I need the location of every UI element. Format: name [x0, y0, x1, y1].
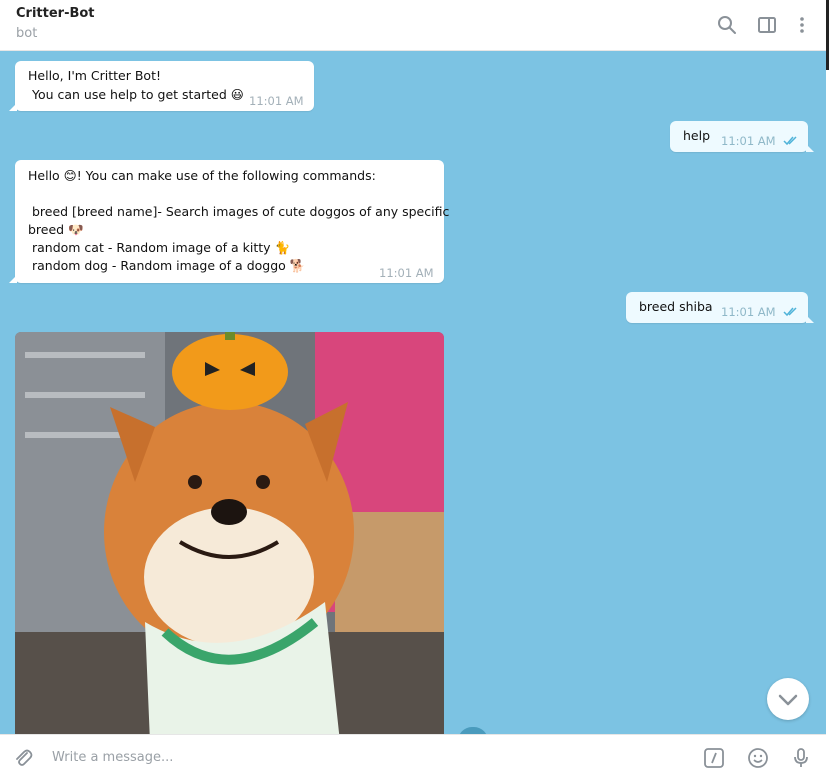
- chat-title[interactable]: Critter-Bot: [16, 6, 95, 21]
- message-text: breed shiba: [639, 299, 713, 314]
- scroll-down-button[interactable]: [767, 678, 809, 720]
- message-text: Hello, I'm Critter Bot!: [28, 68, 161, 83]
- read-ticks-icon: [783, 136, 797, 146]
- outgoing-message[interactable]: help 11:01 AM: [670, 121, 814, 152]
- incoming-message[interactable]: Hello 😊! You can make use of the followi…: [9, 160, 449, 283]
- message-text: Hello 😊! You can make use of the followi…: [28, 168, 376, 183]
- message-text: You can use help to get started 😃: [28, 87, 244, 102]
- sidebar-toggle-icon[interactable]: [756, 14, 778, 36]
- chevron-down-icon: [778, 694, 798, 706]
- message-text: help: [683, 128, 711, 143]
- scroll-indicator: [458, 727, 488, 734]
- message-text: breed 🐶: [28, 222, 84, 237]
- message-time: 11:01 AM: [721, 305, 776, 319]
- outgoing-message[interactable]: breed shiba 11:01 AM: [626, 292, 814, 323]
- message-text: random cat - Random image of a kitty 🐈: [28, 240, 291, 255]
- shiba-dog-image: [15, 332, 444, 734]
- message-time: 11:01 AM: [249, 94, 304, 108]
- message-input[interactable]: Write a message...: [52, 750, 173, 765]
- chat-subtitle: bot: [16, 26, 38, 41]
- shiba-photo[interactable]: [15, 332, 444, 734]
- emoji-icon[interactable]: [747, 747, 769, 769]
- bot-commands-icon[interactable]: [703, 747, 725, 769]
- chat-header: Critter-Bot bot: [0, 0, 826, 51]
- read-ticks-icon: [783, 307, 797, 317]
- attach-icon[interactable]: [12, 747, 34, 769]
- message-text: breed [breed name]- Search images of cut…: [28, 204, 450, 219]
- search-icon[interactable]: [716, 14, 738, 36]
- message-time: 11:01 AM: [379, 266, 434, 280]
- message-composer: Write a message...: [0, 734, 826, 780]
- message-list[interactable]: Hello, I'm Critter Bot! You can use help…: [0, 51, 826, 734]
- message-time: 11:01 AM: [721, 134, 776, 148]
- more-vertical-icon[interactable]: [791, 14, 813, 36]
- message-text: random dog - Random image of a doggo 🐕: [28, 258, 306, 273]
- microphone-icon[interactable]: [790, 747, 812, 769]
- incoming-message[interactable]: Hello, I'm Critter Bot! You can use help…: [9, 61, 314, 111]
